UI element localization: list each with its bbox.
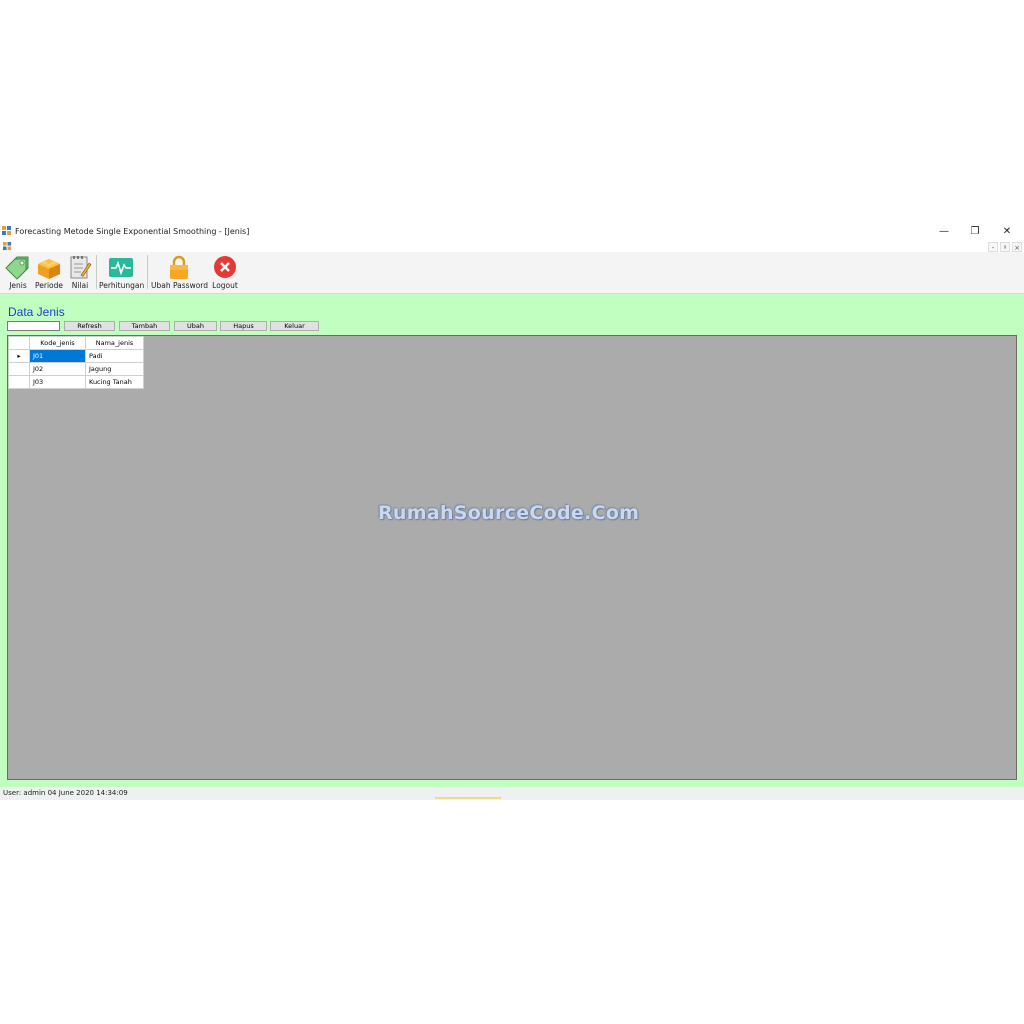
window-title: Forecasting Metode Single Exponential Sm… (15, 227, 250, 236)
cell-kode-jenis[interactable]: J02 (29, 362, 86, 376)
toolbar-label: Periode (34, 281, 63, 290)
toolbar-separator (96, 255, 97, 289)
table-header-row: Kode_jenis Nama_jenis (8, 336, 144, 350)
mdi-minimize-button[interactable]: - (988, 242, 998, 252)
status-text: User: admin 04 June 2020 14:34:09 (3, 789, 128, 797)
toolbar-label: Nilai (71, 281, 89, 290)
table-row[interactable]: J02 Jagung (8, 362, 144, 376)
close-circle-icon (214, 256, 236, 278)
keluar-button[interactable]: Keluar (270, 321, 319, 331)
row-header (8, 362, 30, 376)
column-header-nama-jenis[interactable]: Nama_jenis (85, 336, 144, 350)
cell-kode-jenis[interactable]: J01 (29, 349, 86, 363)
table-row[interactable]: ▸ J01 Padi (8, 349, 144, 363)
toolbar-ubah-password-button[interactable]: Ubah Password (151, 254, 209, 290)
search-input[interactable] (7, 321, 60, 331)
toolbar-nilai-button[interactable]: Nilai (68, 254, 92, 290)
toolbar-label: Logout (212, 281, 238, 290)
cell-nama-jenis[interactable]: Padi (85, 349, 144, 363)
cell-nama-jenis[interactable]: Jagung (85, 362, 144, 376)
jenis-form: Data Jenis Refresh Tambah Ubah Hapus Kel… (0, 294, 1024, 787)
column-header-kode-jenis[interactable]: Kode_jenis (29, 336, 86, 350)
current-row-indicator: ▸ (8, 349, 30, 363)
mdi-close-button[interactable]: × (1012, 242, 1022, 252)
toolbar-periode-button[interactable]: Periode (33, 254, 65, 290)
jenis-table: Kode_jenis Nama_jenis ▸ J01 Padi J02 Jag… (8, 336, 144, 389)
watermark: RumahSourceCode.Com (378, 502, 640, 524)
notepad-icon (70, 256, 92, 279)
close-button[interactable]: ✕ (992, 222, 1022, 242)
hapus-button[interactable]: Hapus (220, 321, 267, 331)
ubah-button[interactable]: Ubah (174, 321, 217, 331)
toolbar-separator (147, 255, 148, 289)
tambah-button[interactable]: Tambah (119, 321, 170, 331)
mdi-restore-button[interactable]: ᵍ (1000, 242, 1010, 252)
main-toolbar: Jenis Periode Nilai Perhitungan Ubah Pas… (0, 252, 1024, 294)
data-grid[interactable]: Kode_jenis Nama_jenis ▸ J01 Padi J02 Jag… (7, 335, 1017, 780)
toolbar-perhitungan-button[interactable]: Perhitungan (99, 254, 145, 290)
brick-icon (38, 259, 60, 279)
toolbar-label: Jenis (9, 281, 27, 290)
app-icon (2, 226, 11, 235)
cell-nama-jenis[interactable]: Kucing Tanah (85, 375, 144, 389)
lock-icon (170, 255, 188, 279)
pulse-chart-icon (109, 258, 133, 277)
cell-kode-jenis[interactable]: J03 (29, 375, 86, 389)
toolbar-label: Ubah Password (151, 281, 209, 290)
mdi-menu-bar: - ᵍ × (0, 242, 1024, 252)
row-header (8, 375, 30, 389)
restore-button[interactable]: ❐ (960, 222, 990, 242)
row-header-corner (8, 336, 30, 350)
status-highlight (435, 797, 501, 799)
toolbar-label: Perhitungan (99, 281, 145, 290)
status-bar: User: admin 04 June 2020 14:34:09 (0, 787, 1024, 800)
title-bar: Forecasting Metode Single Exponential Sm… (0, 222, 1024, 242)
minimize-button[interactable]: — (929, 222, 959, 242)
page-title: Data Jenis (8, 305, 65, 319)
tag-icon (5, 256, 29, 280)
toolbar-logout-button[interactable]: Logout (210, 254, 240, 290)
mdi-child-icon (3, 242, 12, 251)
refresh-button[interactable]: Refresh (64, 321, 115, 331)
table-row[interactable]: J03 Kucing Tanah (8, 375, 144, 389)
toolbar-jenis-button[interactable]: Jenis (5, 254, 31, 290)
